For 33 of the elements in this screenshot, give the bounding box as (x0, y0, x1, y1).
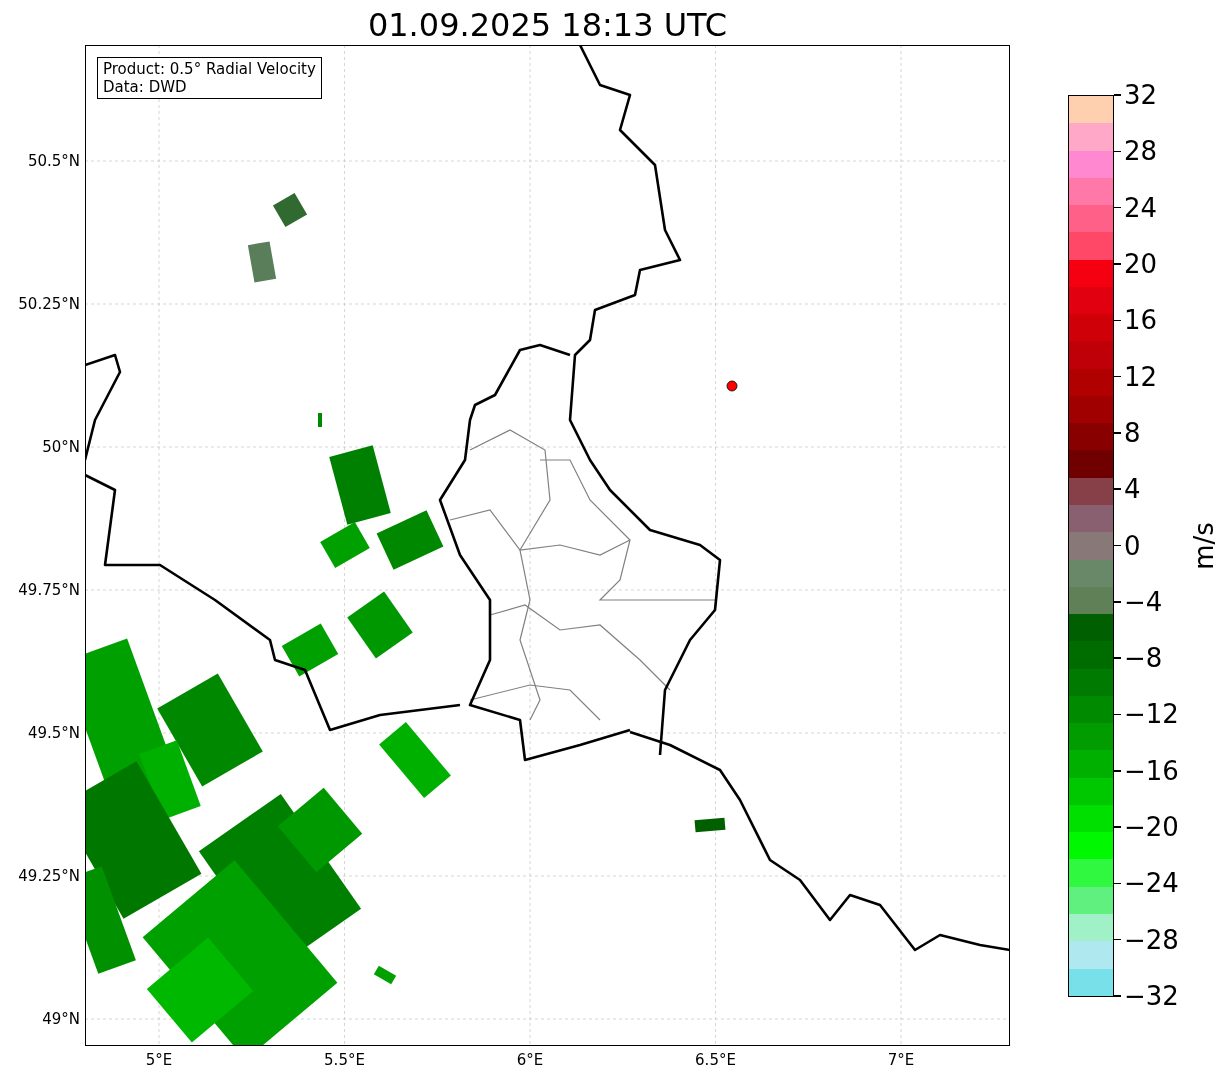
colorbar-axis-label: m/s (1189, 522, 1219, 570)
colorbar-tick-label: 20 (1114, 248, 1158, 279)
latitude-tick-label: 49°N (42, 1010, 80, 1028)
colorbar-tick-label: −8 (1114, 643, 1163, 674)
colorbar-tick-label: 8 (1114, 417, 1141, 448)
colorbar-tick-label: 28 (1114, 136, 1158, 167)
colorbar-tick-label: 32 (1114, 80, 1158, 110)
colorbar-tick-label: −12 (1114, 699, 1179, 730)
latitude-tick-label: 49.5°N (27, 724, 80, 742)
colorbar-tick-label: −32 (1114, 981, 1179, 1011)
colorbar-tick-label: −28 (1114, 924, 1179, 955)
latitude-tick-label: 49.25°N (18, 867, 80, 885)
longitude-tick-label: 7°E (886, 1051, 916, 1069)
colorbar-tick-label: 16 (1114, 305, 1158, 336)
latitude-tick-label: 50°N (42, 438, 80, 456)
latitude-tick-label: 50.25°N (18, 295, 80, 313)
colorbar-tick-label: −16 (1114, 755, 1179, 786)
longitude-tick-label: 5°E (144, 1051, 174, 1069)
colorbar-tick-label: −24 (1114, 868, 1179, 899)
colorbar-tick-label: 0 (1114, 530, 1141, 561)
colorbar-tick-label: 12 (1114, 361, 1158, 392)
latitude-tick-label: 49.75°N (18, 581, 80, 599)
latitude-tick-label: 50.5°N (27, 152, 80, 170)
longitude-tick-label: 6°E (515, 1051, 545, 1069)
colorbar-tick-label: −4 (1114, 586, 1163, 617)
longitude-tick-label: 5.5°E (323, 1051, 366, 1069)
colorbar-tick-label: 4 (1114, 474, 1141, 505)
longitude-tick-label: 6.5°E (694, 1051, 737, 1069)
legend-text: Product: 0.5° Radial Velocity (103, 60, 316, 78)
colorbar-tick-label: −20 (1114, 812, 1179, 843)
colorbar-tick-label: 24 (1114, 192, 1158, 223)
chart-title: 01.09.2025 18:13 UTC (367, 5, 728, 45)
legend-text: Data: DWD (103, 78, 188, 96)
